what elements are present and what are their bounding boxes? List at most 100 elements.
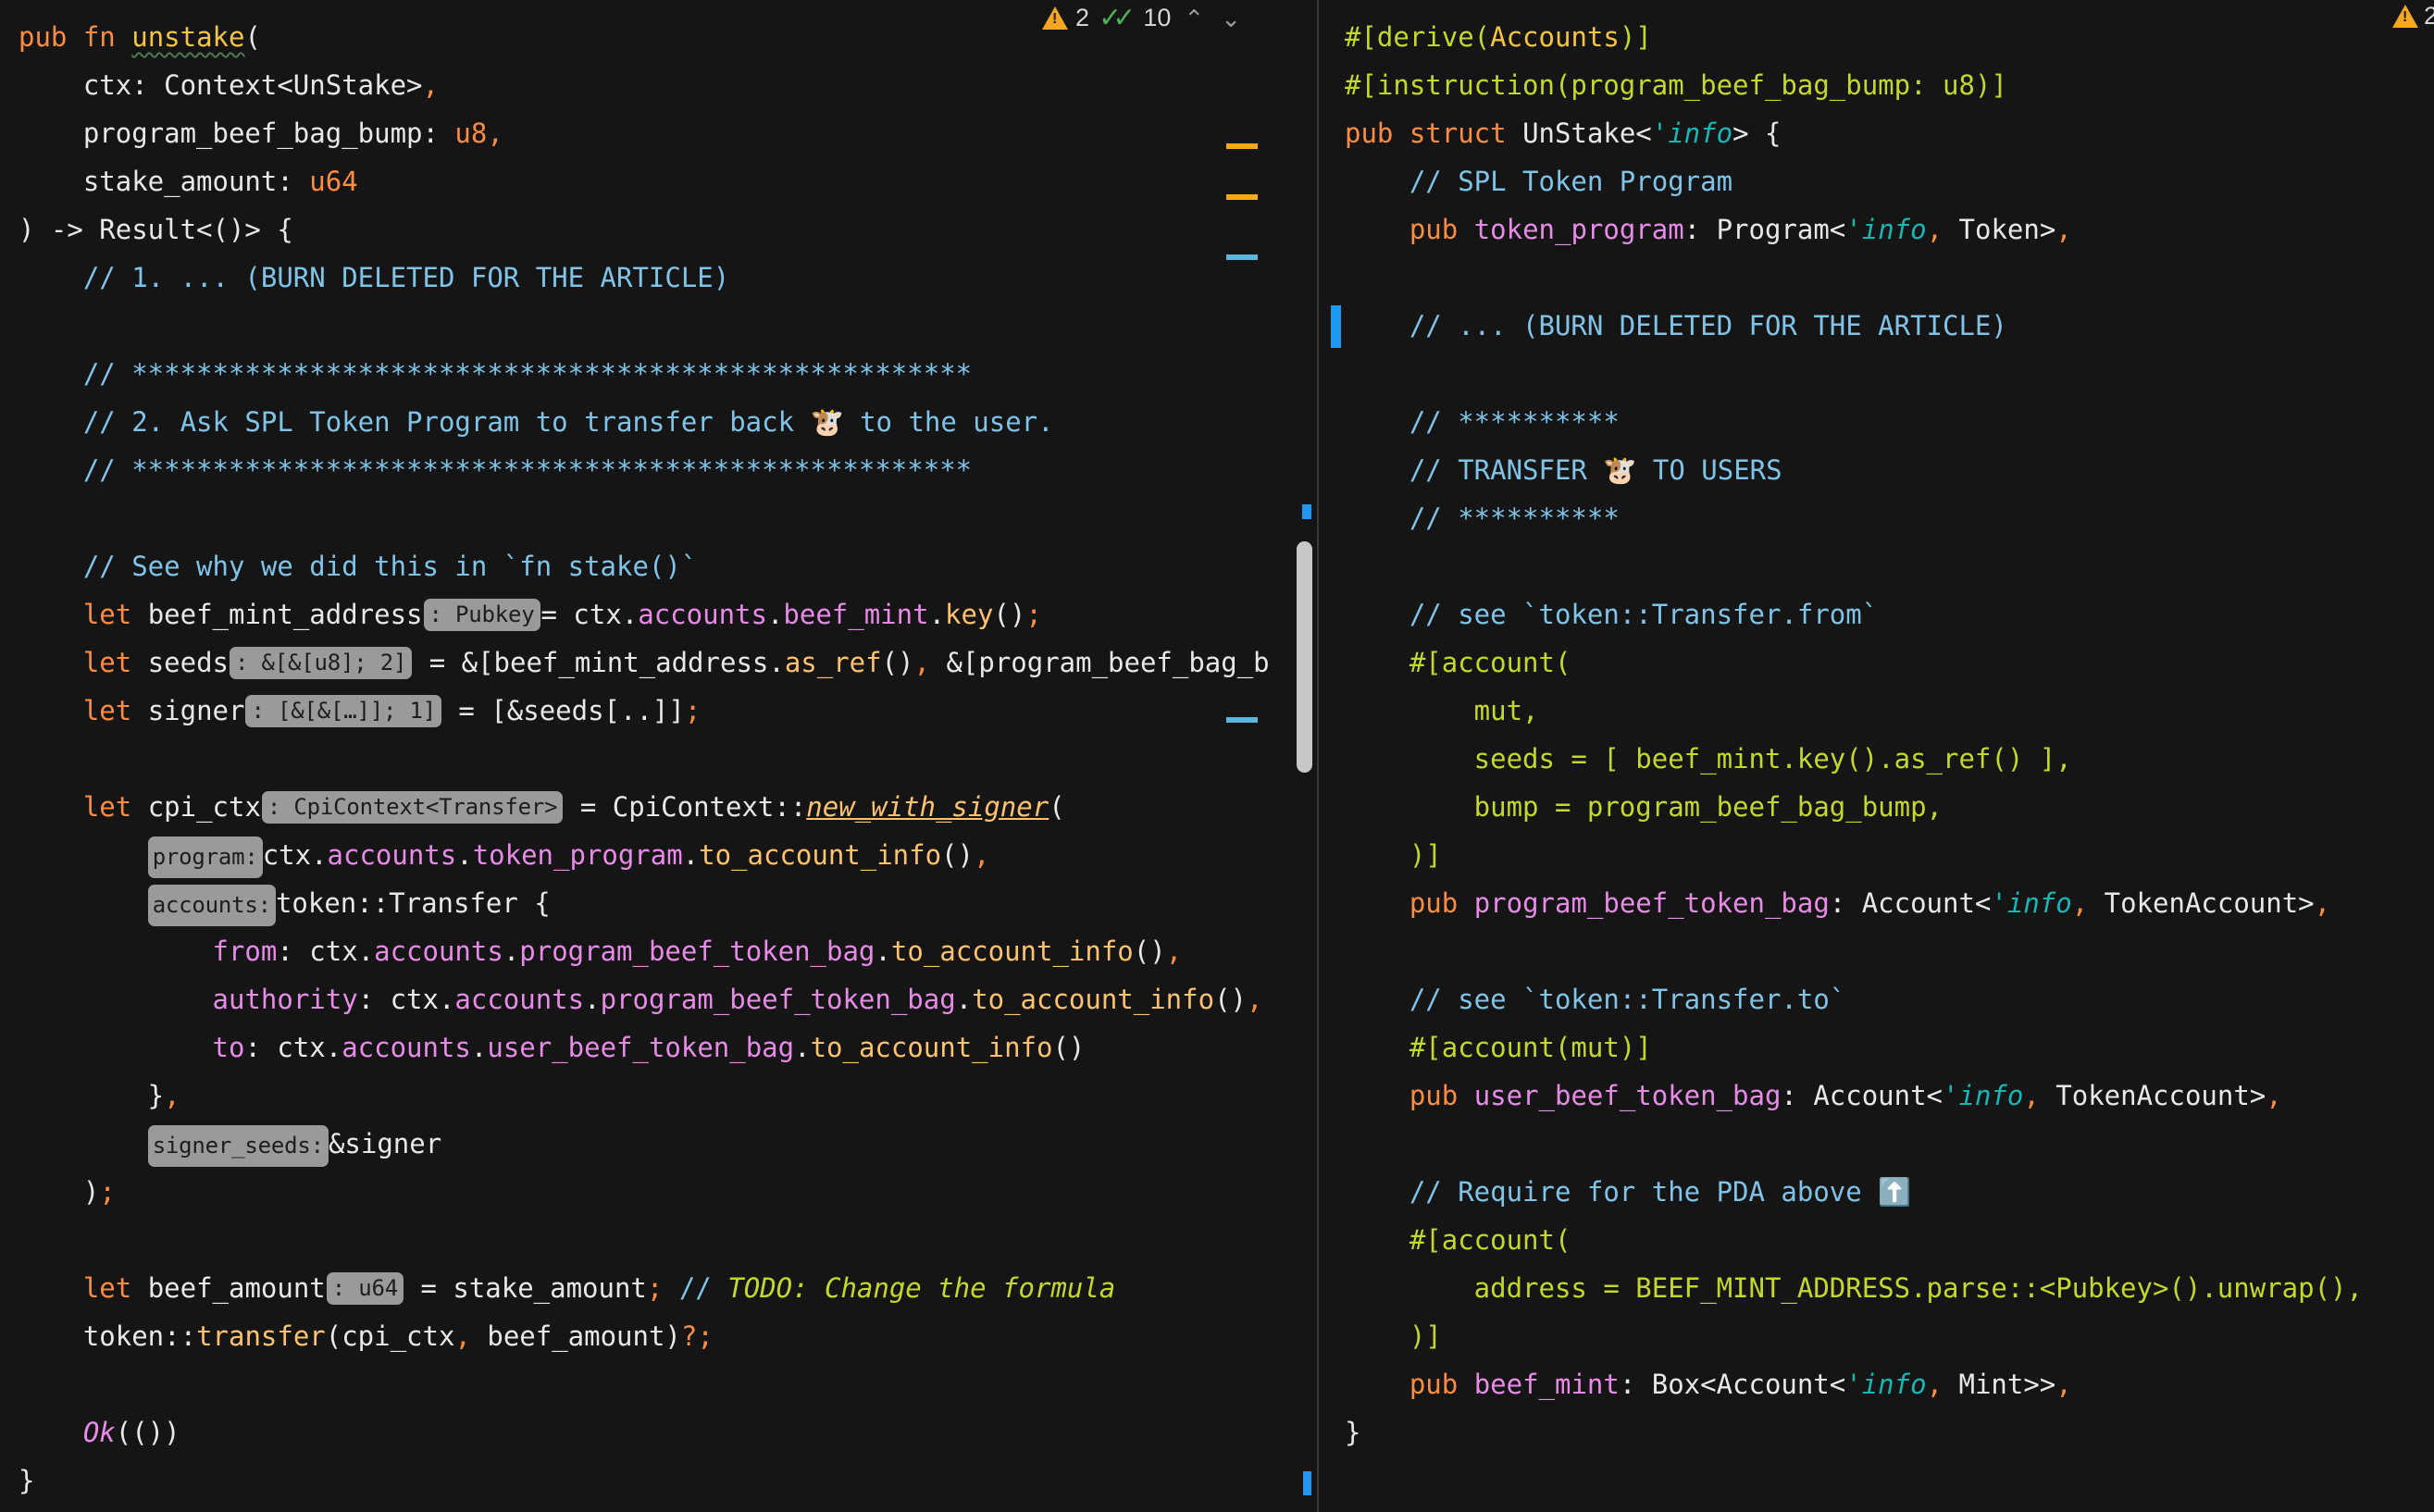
inlay-hint[interactable]: : Pubkey xyxy=(423,599,540,631)
code-line[interactable]: accounts: token::Transfer { xyxy=(19,879,1317,927)
code-line[interactable]: #[instruction(program_beef_bag_bump: u8)… xyxy=(1345,61,2434,109)
code-line[interactable]: // *************************************… xyxy=(19,350,1317,398)
chevron-down-icon[interactable]: ⌄ xyxy=(1217,6,1245,31)
code-token: key xyxy=(945,599,994,630)
code-token: // xyxy=(678,1272,728,1304)
inlay-hint[interactable]: : &[&[u8]; 2] xyxy=(230,647,413,679)
stripe-info-1[interactable] xyxy=(1226,254,1258,260)
stripe-warning-2[interactable] xyxy=(1226,194,1258,200)
gutter-change-marker[interactable] xyxy=(1331,305,1341,348)
code-content-left[interactable]: pub fn unstake( ctx: Context<UnStake>, p… xyxy=(19,0,1317,1505)
code-line[interactable]: } xyxy=(1345,1408,2434,1456)
code-line[interactable]: // TRANSFER 🐮 TO USERS xyxy=(1345,446,2434,494)
code-line[interactable]: let cpi_ctx: CpiContext<Transfer> = CpiC… xyxy=(19,783,1317,831)
inlay-hint[interactable]: accounts: xyxy=(147,885,276,926)
pane-divider[interactable] xyxy=(1317,0,1319,1512)
code-line[interactable]: let signer: [&[&[…]]; 1] = [&seeds[..]]; xyxy=(19,687,1317,735)
code-line[interactable] xyxy=(1345,254,2434,302)
code-line[interactable] xyxy=(19,1360,1317,1408)
code-token: TokenAccount> xyxy=(2039,1080,2266,1111)
code-line[interactable] xyxy=(19,494,1317,542)
code-line[interactable] xyxy=(19,302,1317,350)
code-line[interactable]: // Require for the PDA above ⬆️ xyxy=(1345,1168,2434,1216)
code-line[interactable]: bump = program_beef_bag_bump, xyxy=(1345,783,2434,831)
code-line[interactable]: Ok(()) xyxy=(19,1408,1317,1456)
code-line[interactable]: #[account( xyxy=(1345,638,2434,687)
code-token: #[instruction(program_beef_bag_bump: u8)… xyxy=(1345,69,2007,101)
stripe-info-2[interactable] xyxy=(1226,717,1258,723)
code-token: pub xyxy=(19,21,83,53)
code-line[interactable] xyxy=(1345,350,2434,398)
code-line[interactable]: // See why we did this in `fn stake()` xyxy=(19,542,1317,590)
code-token: , xyxy=(422,69,439,101)
code-line[interactable]: ) -> Result<()> { xyxy=(19,205,1317,254)
code-token: pub xyxy=(1345,118,1409,149)
code-line[interactable]: pub program_beef_token_bag: Account<'inf… xyxy=(1345,879,2434,927)
code-line[interactable]: authority: ctx.accounts.program_beef_tok… xyxy=(19,975,1317,1023)
code-line[interactable]: #[account( xyxy=(1345,1216,2434,1264)
code-line[interactable]: } xyxy=(19,1456,1317,1505)
analysis-ok-indicator[interactable]: ✓✓ 10 xyxy=(1099,4,1171,32)
code-line[interactable]: mut, xyxy=(1345,687,2434,735)
editor-pane-left[interactable]: pub fn unstake( ctx: Context<UnStake>, p… xyxy=(0,0,1317,1512)
code-token: , xyxy=(454,1320,471,1352)
code-line[interactable] xyxy=(1345,927,2434,975)
code-line[interactable]: signer_seeds: &signer xyxy=(19,1120,1317,1168)
code-line[interactable]: // SPL Token Program xyxy=(1345,157,2434,205)
code-line[interactable] xyxy=(1345,1120,2434,1168)
code-line[interactable]: // see `token::Transfer.to` xyxy=(1345,975,2434,1023)
code-line[interactable]: address = BEEF_MINT_ADDRESS.parse::<Pubk… xyxy=(1345,1264,2434,1312)
code-line[interactable]: )] xyxy=(1345,831,2434,879)
code-token: signer xyxy=(147,695,245,726)
code-line[interactable]: ); xyxy=(19,1168,1317,1216)
inlay-hint[interactable]: : CpiContext<Transfer> xyxy=(261,791,564,824)
code-line[interactable]: pub struct UnStake<'info> { xyxy=(1345,109,2434,157)
code-line[interactable]: let beef_mint_address: Pubkey = ctx.accou… xyxy=(19,590,1317,638)
code-token: // See why we did this in `fn stake()` xyxy=(19,551,698,582)
inlay-hint[interactable]: : [&[&[…]]; 1] xyxy=(245,695,441,727)
code-line[interactable]: )] xyxy=(1345,1312,2434,1360)
code-line[interactable]: // 1. ... (BURN DELETED FOR THE ARTICLE) xyxy=(19,254,1317,302)
code-content-right[interactable]: #[derive(Accounts)] #[instruction(program… xyxy=(1345,0,2434,1456)
stripe-warning-1[interactable] xyxy=(1226,143,1258,149)
code-token: // TRANSFER 🐮 TO USERS xyxy=(1345,454,1782,486)
code-line[interactable] xyxy=(19,735,1317,783)
code-line[interactable]: // 2. Ask SPL Token Program to transfer … xyxy=(19,398,1317,446)
code-line[interactable]: // *************************************… xyxy=(19,446,1317,494)
inspection-widget[interactable]: 2 ✓✓ 10 ⌃ ⌄ xyxy=(1042,4,1245,32)
code-line[interactable]: token::transfer(cpi_ctx, beef_amount)?; xyxy=(19,1312,1317,1360)
editor-pane-right[interactable]: #[derive(Accounts)] #[instruction(program… xyxy=(1317,0,2434,1512)
code-line[interactable]: #[derive(Accounts)] xyxy=(1345,13,2434,61)
code-line[interactable]: // ... (BURN DELETED FOR THE ARTICLE) xyxy=(1345,302,2434,350)
code-line[interactable]: let seeds: &[&[u8]; 2] = &[beef_mint_add… xyxy=(19,638,1317,687)
right-pane-inspection-widget[interactable]: 2 xyxy=(2391,2,2434,31)
inlay-hint[interactable]: program: xyxy=(147,837,263,878)
code-line[interactable]: // see `token::Transfer.from` xyxy=(1345,590,2434,638)
code-line[interactable]: let beef_amount: u64 = stake_amount; // … xyxy=(19,1264,1317,1312)
code-line[interactable]: pub token_program: Program<'info, Token>… xyxy=(1345,205,2434,254)
code-line[interactable] xyxy=(1345,542,2434,590)
code-line[interactable]: #[account(mut)] xyxy=(1345,1023,2434,1072)
code-line[interactable] xyxy=(19,1216,1317,1264)
code-line[interactable]: // ********** xyxy=(1345,398,2434,446)
inlay-hint[interactable]: : u64 xyxy=(326,1272,404,1305)
code-token: beef_amount) xyxy=(470,1320,681,1352)
code-line[interactable]: }, xyxy=(19,1072,1317,1120)
scrollbar-thumb[interactable] xyxy=(1297,541,1312,773)
code-line[interactable]: program_beef_bag_bump: u8, xyxy=(19,109,1317,157)
code-line[interactable]: stake_amount: u64 xyxy=(19,157,1317,205)
code-token: , xyxy=(1246,984,1263,1015)
code-line[interactable]: // ********** xyxy=(1345,494,2434,542)
code-line[interactable]: pub beef_mint: Box<Account<'info, Mint>>… xyxy=(1345,1360,2434,1408)
code-line[interactable]: from: ctx.accounts.program_beef_token_ba… xyxy=(19,927,1317,975)
chevron-up-icon[interactable]: ⌃ xyxy=(1180,6,1208,31)
warning-indicator[interactable]: 2 xyxy=(1042,4,1089,32)
code-line[interactable]: to: ctx.accounts.user_beef_token_bag.to_… xyxy=(19,1023,1317,1072)
code-line[interactable]: ctx: Context<UnStake>, xyxy=(19,61,1317,109)
code-line[interactable]: pub user_beef_token_bag: Account<'info, … xyxy=(1345,1072,2434,1120)
code-token: address = BEEF_MINT_ADDRESS.parse::<Pubk… xyxy=(1345,1272,2363,1304)
code-line[interactable]: program: ctx.accounts.token_program.to_ac… xyxy=(19,831,1317,879)
inlay-hint[interactable]: signer_seeds: xyxy=(147,1125,329,1167)
code-line[interactable]: seeds = [ beef_mint.key().as_ref() ], xyxy=(1345,735,2434,783)
